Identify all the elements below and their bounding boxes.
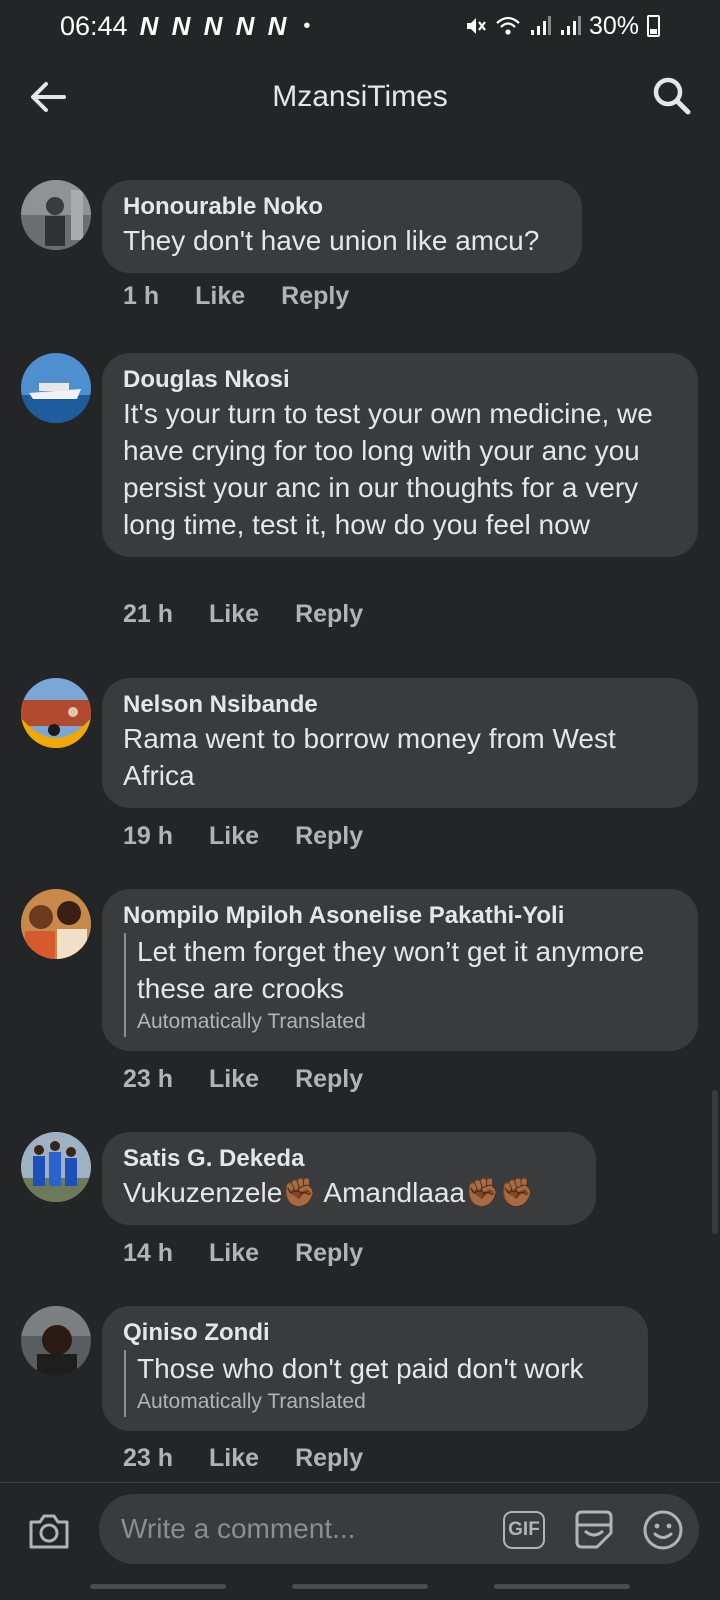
- back-arrow-icon[interactable]: [26, 76, 72, 118]
- avatar[interactable]: [21, 1132, 91, 1202]
- reply-button[interactable]: Reply: [295, 1444, 363, 1473]
- status-time: 06:44: [60, 10, 128, 41]
- comment-text: Let them forget they won’t get it anymor…: [137, 936, 645, 1004]
- reply-button[interactable]: Reply: [295, 822, 363, 851]
- comment-author[interactable]: Satis G. Dekeda: [123, 1144, 576, 1174]
- avatar-photo: [21, 180, 91, 250]
- status-bar: 06:44 N N N N N • 30%: [0, 0, 720, 52]
- comment-text: Rama went to borrow money from West Afri…: [123, 723, 616, 791]
- translation-note[interactable]: Automatically Translated: [137, 1387, 628, 1417]
- comment-text: It's your turn to test your own medicine…: [123, 398, 653, 540]
- avatar[interactable]: [21, 678, 91, 748]
- comment-author[interactable]: Nompilo Mpiloh Asonelise Pakathi-Yoli: [123, 901, 678, 931]
- comment-time: 23 h: [123, 1065, 174, 1093]
- reply-button[interactable]: Reply: [281, 282, 349, 311]
- comment-time: 21 h: [123, 600, 174, 628]
- like-button[interactable]: Like: [209, 600, 259, 629]
- avatar-photo: [21, 1132, 91, 1202]
- mute-icon: [466, 18, 486, 34]
- like-button[interactable]: Like: [195, 282, 245, 311]
- top-bar: MzansiTimes: [0, 60, 720, 134]
- avatar-photo: [21, 1306, 91, 1376]
- comment-bubble[interactable]: Satis G. Dekeda Vukuzenzele✊🏾 Amandlaaa✊…: [102, 1132, 596, 1225]
- page-title: MzansiTimes: [272, 80, 448, 113]
- reply-button[interactable]: Reply: [295, 600, 363, 629]
- system-nav-bar: [0, 1574, 720, 1600]
- screen: 06:44 N N N N N • 30% MzansiTimes Honour…: [0, 0, 720, 1600]
- avatar[interactable]: [21, 1306, 91, 1376]
- comment-actions: 1 h Like Reply: [123, 282, 385, 311]
- scrollbar-thumb[interactable]: [712, 1090, 718, 1234]
- more-notifications-dot: •: [303, 14, 311, 37]
- comment-author[interactable]: Honourable Noko: [123, 192, 562, 222]
- sticker-icon[interactable]: [571, 1507, 617, 1553]
- nav-back-handle[interactable]: [494, 1584, 630, 1589]
- comment-composer: GIF: [0, 1482, 720, 1574]
- battery-percent: 30%: [588, 11, 639, 40]
- comment-text: They don't have union like amcu?: [123, 225, 540, 256]
- comment-author[interactable]: Nelson Nsibande: [123, 690, 678, 720]
- avatar-photo: [21, 889, 91, 959]
- comment-bubble[interactable]: Douglas Nkosi It's your turn to test you…: [102, 353, 698, 557]
- comment-text: Those who don't get paid don't work: [137, 1353, 584, 1384]
- nav-recent-handle[interactable]: [90, 1584, 226, 1589]
- comment-bubble[interactable]: Nompilo Mpiloh Asonelise Pakathi-Yoli Le…: [102, 889, 698, 1051]
- comment-actions: 19 h Like Reply: [123, 822, 399, 851]
- signal-icon: [530, 16, 551, 35]
- comment-time: 1 h: [123, 282, 160, 310]
- like-button[interactable]: Like: [209, 822, 259, 851]
- avatar[interactable]: [21, 180, 91, 250]
- emoji-icon[interactable]: [641, 1508, 685, 1552]
- avatar[interactable]: [21, 353, 91, 423]
- notification-icons: N N N N N: [139, 10, 290, 41]
- translated-block: Let them forget they won’t get it anymor…: [124, 933, 678, 1037]
- comment-bubble[interactable]: Honourable Noko They don't have union li…: [102, 180, 582, 273]
- status-right: 30%: [463, 12, 660, 41]
- comment-time: 14 h: [123, 1239, 174, 1267]
- comment-bubble[interactable]: Qiniso Zondi Those who don't get paid do…: [102, 1306, 648, 1431]
- reply-button[interactable]: Reply: [295, 1239, 363, 1268]
- avatar-photo: [21, 678, 91, 748]
- camera-icon[interactable]: [27, 1511, 71, 1551]
- comment-actions: 23 h Like Reply: [123, 1444, 399, 1473]
- comment-actions: 21 h Like Reply: [123, 600, 399, 629]
- comment-time: 19 h: [123, 822, 174, 850]
- gif-icon[interactable]: GIF: [503, 1511, 545, 1549]
- battery-icon: [647, 15, 660, 37]
- comment-actions: 23 h Like Reply: [123, 1065, 399, 1094]
- nav-home-handle[interactable]: [292, 1584, 428, 1589]
- avatar-photo: [21, 353, 91, 423]
- like-button[interactable]: Like: [209, 1444, 259, 1473]
- avatar[interactable]: [21, 889, 91, 959]
- like-button[interactable]: Like: [209, 1239, 259, 1268]
- wifi-icon: [496, 16, 520, 35]
- translation-note[interactable]: Automatically Translated: [137, 1007, 678, 1037]
- search-icon[interactable]: [650, 74, 694, 118]
- comment-text: Vukuzenzele✊🏾 Amandlaaa✊🏾✊🏾: [123, 1177, 535, 1208]
- reply-button[interactable]: Reply: [295, 1065, 363, 1094]
- comment-author[interactable]: Qiniso Zondi: [123, 1318, 628, 1348]
- translated-block: Those who don't get paid don't work Auto…: [124, 1350, 628, 1417]
- signal-icon-2: [560, 16, 581, 35]
- comment-actions: 14 h Like Reply: [123, 1239, 399, 1268]
- like-button[interactable]: Like: [209, 1065, 259, 1094]
- comment-author[interactable]: Douglas Nkosi: [123, 365, 678, 395]
- comment-bubble[interactable]: Nelson Nsibande Rama went to borrow mone…: [102, 678, 698, 808]
- comment-time: 23 h: [123, 1444, 174, 1472]
